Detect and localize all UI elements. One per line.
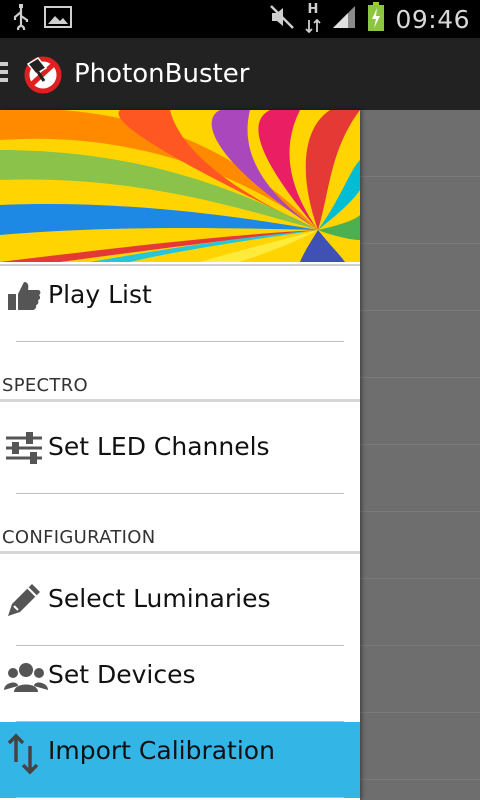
- sliders-icon: [4, 428, 44, 468]
- thumbs-up-icon: [4, 276, 44, 316]
- photonbuster-logo-icon[interactable]: [22, 54, 64, 94]
- section-header-configuration: CONFIGURATION: [0, 526, 360, 554]
- drawer-toggle-icon[interactable]: [0, 62, 8, 86]
- dimmed-content[interactable]: [360, 110, 480, 800]
- drawer-item-play-list[interactable]: Play List: [0, 266, 360, 342]
- drawer-item-label: Set Devices: [48, 660, 196, 689]
- drawer-item-select-luminaries[interactable]: Select Luminaries: [0, 570, 360, 646]
- section-divider: [0, 551, 360, 554]
- pencil-icon: [4, 580, 44, 620]
- signal-icon: [331, 4, 357, 34]
- drawer-item-set-devices[interactable]: Set Devices: [0, 646, 360, 722]
- section-divider: [0, 399, 360, 402]
- action-bar: PhotonBuster: [0, 38, 480, 110]
- image-icon: [44, 5, 72, 33]
- usb-icon: [12, 4, 30, 34]
- people-icon: [4, 656, 48, 696]
- mute-icon: [269, 4, 295, 34]
- clock: 09:46: [395, 4, 470, 34]
- up-down-arrows-icon: [4, 732, 44, 775]
- data-arrows-icon: H: [305, 2, 322, 34]
- divider: [16, 797, 344, 798]
- divider: [16, 493, 344, 494]
- drawer-banner-image: [0, 110, 360, 262]
- drawer-item-label: Play List: [48, 280, 152, 309]
- battery-charging-icon: [367, 2, 385, 36]
- app-title: PhotonBuster: [74, 59, 250, 89]
- drawer-item-label: Select Luminaries: [48, 584, 271, 613]
- drawer-item-set-led-channels[interactable]: Set LED Channels: [0, 418, 360, 494]
- drawer-item-label: Import Calibration: [48, 736, 275, 765]
- drawer-item-label: Set LED Channels: [48, 432, 270, 461]
- status-bar: H 09:46: [0, 0, 480, 38]
- drawer-item-import-calibration[interactable]: Import Calibration: [0, 722, 360, 798]
- section-header-spectro: SPECTRO: [0, 374, 360, 402]
- divider: [16, 341, 344, 342]
- navigation-drawer: Play List SPECTRO Set LED Channels CONFI…: [0, 110, 360, 800]
